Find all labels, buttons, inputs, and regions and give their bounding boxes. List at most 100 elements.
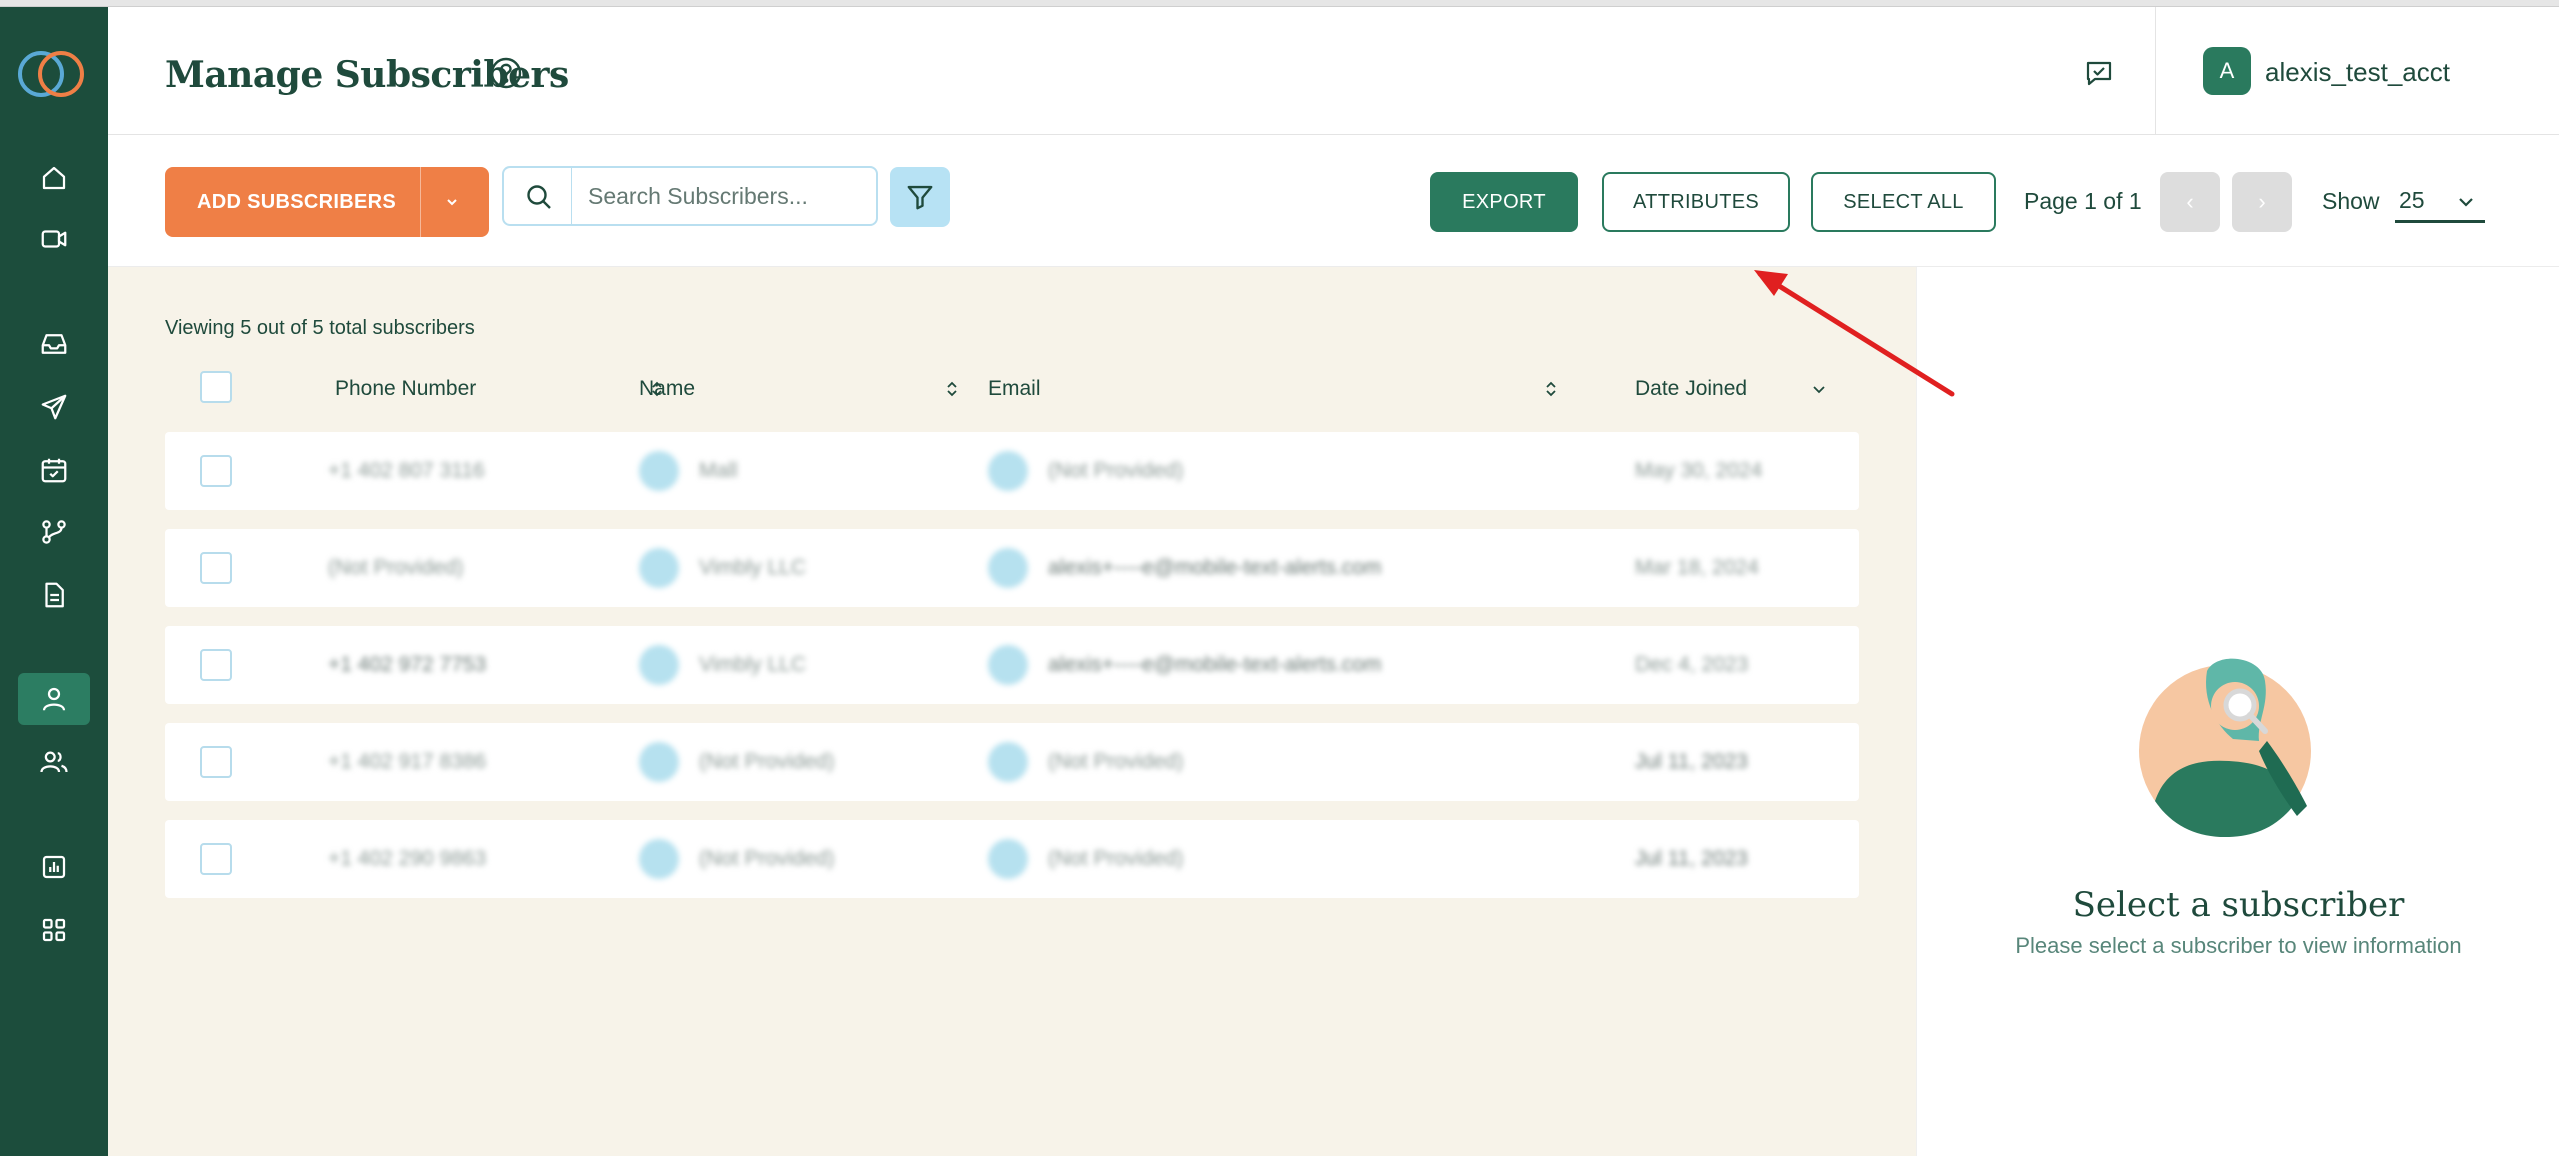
subscribers-list: Viewing 5 out of 5 total subscribers Pho… (108, 267, 1916, 1156)
account-name[interactable]: alexis_test_acct (2265, 57, 2450, 88)
page-header: Manage Subscribers A alexis_test_acct (108, 7, 2559, 135)
name-cell: Vimbly LLC (699, 653, 806, 676)
nav-workflows[interactable] (18, 506, 90, 558)
logo[interactable] (16, 45, 88, 103)
table-row[interactable]: +1 402 290 9863 (Not Provided) (Not Prov… (165, 820, 1859, 898)
email-icon (988, 839, 1028, 879)
email-icon (988, 645, 1028, 685)
add-subscribers-button[interactable]: ADD SUBSCRIBERS (165, 167, 489, 237)
name-cell: Mall (699, 459, 738, 482)
nav-calendar[interactable] (18, 444, 90, 496)
row-checkbox[interactable] (200, 649, 232, 681)
search-box (502, 166, 878, 226)
phone-cell: +1 402 290 9863 (328, 847, 487, 870)
email-icon (988, 548, 1028, 588)
attributes-button[interactable]: ATTRIBUTES (1602, 172, 1790, 232)
user-icon (42, 687, 66, 711)
date-cell: Dec 4, 2023 (1635, 653, 1749, 676)
nav-video[interactable] (18, 213, 90, 265)
email-cell: (Not Provided) (1048, 750, 1184, 773)
filter-button[interactable] (890, 167, 950, 227)
search-icon (524, 182, 554, 212)
column-phone-number[interactable]: Phone Number (335, 377, 476, 401)
column-name[interactable]: Name (639, 377, 695, 401)
select-all-checkbox[interactable] (200, 371, 232, 403)
date-cell: May 30, 2024 (1635, 459, 1763, 482)
empty-state-subtitle: Please select a subscriber to view infor… (2015, 933, 2462, 958)
column-date-joined[interactable]: Date Joined (1635, 377, 1747, 401)
workflow-icon (42, 520, 66, 544)
table-row[interactable]: +1 402 807 3116 Mall (Not Provided) May … (165, 432, 1859, 510)
sort-descending-icon[interactable] (1810, 379, 1828, 399)
name-cell: Vimbly LLC (699, 556, 806, 579)
chart-icon (42, 855, 66, 879)
chevron-down-icon[interactable] (442, 192, 462, 212)
users-icon (40, 751, 68, 773)
toolbar: ADD SUBSCRIBERS EXPORT ATTRIBUTES SELECT… (108, 135, 2559, 267)
contact-avatar (639, 839, 679, 879)
email-icon (988, 451, 1028, 491)
empty-state-title: Select a subscriber (2072, 885, 2405, 925)
row-checkbox[interactable] (200, 746, 232, 778)
date-cell: Jul 11, 2023 (1635, 750, 1748, 773)
calendar-icon (41, 458, 67, 483)
next-page-button[interactable]: › (2232, 172, 2292, 232)
sort-icon[interactable] (943, 379, 961, 399)
table-row[interactable]: +1 402 972 7753 Vimbly LLC alexis+----e@… (165, 626, 1859, 704)
email-cell: (Not Provided) (1048, 459, 1184, 482)
name-cell: (Not Provided) (699, 750, 835, 773)
export-button[interactable]: EXPORT (1430, 172, 1578, 232)
home-icon (42, 166, 66, 190)
page-size-select[interactable]: 25 (2395, 185, 2485, 223)
empty-state-illustration (2137, 651, 2327, 841)
row-checkbox[interactable] (200, 552, 232, 584)
phone-cell: (Not Provided) (328, 556, 464, 579)
send-icon (41, 394, 67, 420)
select-all-button[interactable]: SELECT ALL (1811, 172, 1996, 232)
search-input[interactable] (588, 180, 858, 212)
sort-icon[interactable] (1542, 379, 1560, 399)
nav-inbox[interactable] (18, 318, 90, 370)
row-checkbox[interactable] (200, 455, 232, 487)
date-cell: Mar 18, 2024 (1635, 556, 1759, 579)
viewing-count: Viewing 5 out of 5 total subscribers (165, 317, 475, 339)
nav-documents[interactable] (18, 569, 90, 621)
browser-top-edge (0, 0, 2559, 7)
phone-cell: +1 402 807 3116 (328, 459, 485, 482)
table-row[interactable]: +1 402 917 8386 (Not Provided) (Not Prov… (165, 723, 1859, 801)
email-cell: alexis+----e@mobile-text-alerts.com (1048, 556, 1382, 579)
nav-apps[interactable] (18, 904, 90, 956)
phone-cell: +1 402 917 8386 (328, 750, 487, 773)
nav-subscribers[interactable] (18, 673, 90, 725)
page-indicator: Page 1 of 1 (2024, 188, 2142, 214)
contact-avatar (639, 451, 679, 491)
show-label: Show (2322, 188, 2380, 214)
column-email[interactable]: Email (988, 377, 1041, 401)
chevron-down-icon (2457, 193, 2475, 211)
contact-avatar (639, 742, 679, 782)
help-icon[interactable] (488, 55, 524, 91)
subscriber-detail-panel: Select a subscriber Please select a subs… (1916, 267, 2559, 1156)
contact-avatar (639, 645, 679, 685)
header-divider (2155, 7, 2156, 135)
sidebar (0, 7, 108, 1156)
phone-cell: +1 402 972 7753 (328, 653, 487, 676)
nav-analytics[interactable] (18, 841, 90, 893)
previous-page-button[interactable]: ‹ (2160, 172, 2220, 232)
email-icon (988, 742, 1028, 782)
apps-icon (42, 918, 66, 942)
nav-groups[interactable] (18, 736, 90, 788)
filter-icon (907, 185, 933, 210)
page-size-value: 25 (2399, 187, 2425, 213)
avatar[interactable]: A (2203, 47, 2251, 95)
feedback-icon[interactable] (2083, 57, 2115, 89)
inbox-icon (41, 334, 67, 354)
email-cell: (Not Provided) (1048, 847, 1184, 870)
row-checkbox[interactable] (200, 843, 232, 875)
nav-send[interactable] (18, 381, 90, 433)
table-row[interactable]: (Not Provided) Vimbly LLC alexis+----e@m… (165, 529, 1859, 607)
contact-avatar (639, 548, 679, 588)
nav-home[interactable] (18, 152, 90, 204)
search-divider (571, 168, 572, 224)
table-header: Phone Number Name Email Date Joined (165, 363, 1865, 413)
